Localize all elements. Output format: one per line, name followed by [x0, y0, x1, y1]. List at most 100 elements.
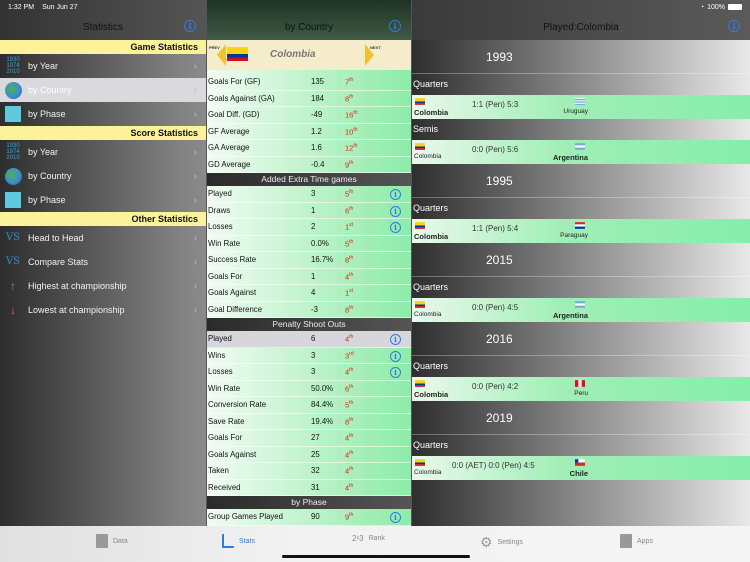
menu-item-by-phase[interactable]: by Phase › [0, 102, 206, 126]
section-header: Score Statistics [0, 126, 206, 140]
tab-label: Settings [497, 539, 523, 546]
stat-row[interactable]: Goal Difference -3 8th [207, 302, 411, 318]
stat-rank: 4th [345, 433, 354, 443]
menu-item-compare-stats[interactable]: VS Compare Stats › [0, 250, 206, 274]
menu-item-by-country[interactable]: by Country › [0, 78, 206, 102]
stat-row[interactable]: Losses 2 1st i [207, 219, 411, 236]
general-stats: Goals For (GF) 135 7th Goals Against (GA) 18… [207, 74, 411, 173]
tab-apps[interactable]: Apps [620, 534, 653, 548]
stat-row[interactable]: Draws 1 6th i [207, 203, 411, 219]
stat-value: 6 [311, 334, 316, 344]
tab-data[interactable]: Data [96, 534, 128, 548]
match-row[interactable]: Colombia 0:0 (AET) 0:0 (Pen) 4:5 Chile [412, 456, 750, 480]
stat-rank: 1st [345, 288, 354, 298]
stat-row[interactable]: Success Rate 16.7% 8th [207, 252, 411, 269]
stat-row[interactable]: Goals Against 25 4th [207, 447, 411, 463]
match-score: 0:0 (AET) 0:0 (Pen) 4:5 [452, 461, 535, 470]
tab-settings[interactable]: ⚙ Settings [480, 534, 523, 551]
stat-row[interactable]: Goals Against 4 1st [207, 285, 411, 302]
stat-row[interactable]: Losses 3 4th i [207, 364, 411, 381]
year-header: 2015 [412, 243, 750, 277]
info-icon[interactable]: i [184, 20, 196, 32]
stat-label: Save Rate [208, 416, 245, 426]
menu-item-by-country[interactable]: by Country › [0, 164, 206, 188]
stat-row[interactable]: GF Average 1.2 10th [207, 124, 411, 140]
info-icon[interactable]: i [390, 205, 401, 217]
chevron-right-icon: › [193, 146, 197, 158]
stat-label: Played [208, 189, 232, 199]
info-icon[interactable]: i [390, 222, 401, 233]
stat-value: 16.7% [311, 255, 334, 265]
stat-label: Goal Difference [208, 304, 263, 314]
stat-value: 4 [311, 288, 316, 298]
tab-rank[interactable]: 2¹3 Rank [352, 534, 385, 543]
stat-row[interactable]: Wins 3 3rd i [207, 348, 411, 364]
stat-label: Goals For [208, 433, 243, 443]
info-icon[interactable]: i [390, 367, 401, 378]
chevron-right-icon: › [193, 170, 197, 182]
stat-value: -0.4 [311, 159, 325, 169]
stat-row[interactable]: GA Average 1.6 12th [207, 140, 411, 157]
menu-item-lowest-at-championship[interactable]: ↓ Lowest at championship › [0, 298, 206, 322]
info-icon[interactable]: i [389, 20, 401, 32]
stat-row[interactable]: Taken 32 4th [207, 463, 411, 480]
info-icon[interactable]: i [390, 350, 401, 362]
stat-row[interactable]: Played 3 5th i [207, 186, 411, 203]
info-icon[interactable]: i [728, 20, 740, 32]
stat-row[interactable]: Goals Against (GA) 184 8th [207, 91, 411, 107]
prev-label[interactable]: PREV [209, 45, 220, 50]
stat-row[interactable]: Win Rate 50.0% 6th [207, 381, 411, 397]
match-list: 1993 Quarters Colombia 1:1 (Pen) 5:3 Uruguay… [412, 40, 750, 480]
stat-row[interactable]: GD Average -0.4 9th [207, 157, 411, 173]
stat-value: 31 [311, 482, 320, 492]
statistics-title: Statistics [82, 21, 123, 33]
menu-item-by-year[interactable]: 1930 1974 2010 by Year › [0, 140, 206, 164]
home-indicator[interactable] [282, 555, 470, 558]
menu-item-head-to-head[interactable]: VS Head to Head › [0, 226, 206, 250]
menu-item-by-year[interactable]: 1930 1974 2010 by Year › [0, 54, 206, 78]
match-row[interactable]: Colombia 0:0 (Pen) 4:5 Argentina [412, 298, 750, 322]
stat-value: 0.0% [311, 238, 329, 248]
stat-row[interactable]: Goals For (GF) 135 7th [207, 74, 411, 91]
match-row[interactable]: Colombia 0:0 (Pen) 5:6 Argentina [412, 140, 750, 164]
menu-item-label: by Phase [28, 195, 66, 205]
rank-icon: 2¹3 [352, 534, 364, 543]
stat-rank: 4th [345, 334, 354, 344]
stat-rank: 6th [345, 205, 354, 216]
info-icon[interactable]: i [390, 189, 401, 200]
info-icon[interactable]: i [390, 334, 401, 345]
menu-item-highest-at-championship[interactable]: ↑ Highest at championship › [0, 274, 206, 298]
stat-label: Conversion Rate [208, 400, 267, 410]
stat-row[interactable]: Win Rate 0.0% 5th [207, 236, 411, 252]
match-row[interactable]: Colombia 0:0 (Pen) 4:2 Peru [412, 377, 750, 401]
match-row[interactable]: Colombia 1:1 (Pen) 5:3 Uruguay [412, 95, 750, 119]
stat-row[interactable]: Save Rate 19.4% 8th [207, 414, 411, 430]
stat-row[interactable]: Goals For 1 4th [207, 269, 411, 285]
stat-rank: 8th [345, 304, 354, 315]
info-icon[interactable]: i [390, 512, 401, 523]
stat-row[interactable]: Goal Diff. (GD) -49 16th [207, 107, 411, 124]
chevron-right-icon: › [193, 60, 197, 72]
stat-label: Wins [208, 350, 226, 360]
stat-row[interactable]: Conversion Rate 84.4% 5th [207, 397, 411, 414]
match-row[interactable]: Colombia 1:1 (Pen) 5:4 Paraguay [412, 219, 750, 243]
status-time: 1:32 PM [8, 3, 35, 11]
menu-item-by-phase[interactable]: by Phase › [0, 188, 206, 212]
stat-row[interactable]: Goals For 27 4th [207, 430, 411, 447]
tab-bar: Data Stats 2¹3 Rank ⚙ Settings Apps [0, 526, 750, 562]
stat-row[interactable]: Received 31 4th [207, 480, 411, 496]
stat-label: GD Average [208, 159, 251, 169]
stat-rank: 3rd [345, 350, 354, 361]
phase-label: Quarters [413, 79, 449, 89]
stat-row[interactable]: Group Games Played 90 9th i [207, 509, 411, 526]
stat-row[interactable]: Played 6 4th i [207, 331, 411, 348]
played-title: Played:Colombia [543, 21, 619, 33]
peru-flag-icon [575, 380, 585, 387]
tab-stats[interactable]: Stats [222, 534, 255, 548]
next-label[interactable]: NEXT [370, 45, 381, 50]
years-icon: 1930 1974 2010 [6, 143, 20, 161]
stat-rank: 4th [345, 271, 354, 282]
menu-item-label: Lowest at championship [28, 305, 125, 315]
home-team: Colombia [414, 232, 449, 241]
home-team: Colombia [414, 108, 449, 117]
